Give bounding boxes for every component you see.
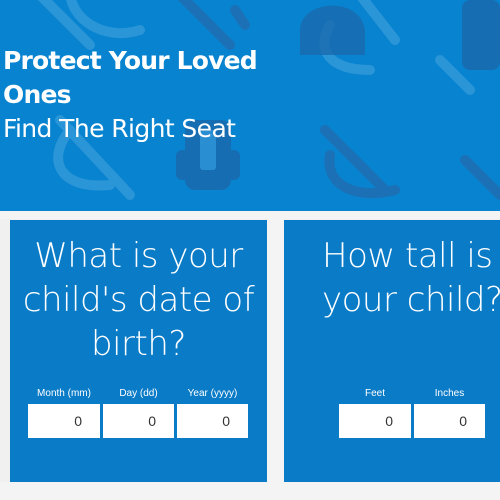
day-label: Day (dd) (119, 388, 158, 399)
day-input[interactable] (103, 404, 174, 438)
inches-input[interactable] (414, 404, 485, 438)
hero-title: Protect Your Loved Ones (3, 46, 258, 109)
year-label: Year (yyyy) (187, 388, 238, 399)
dob-card: What is your child's date of birth? Mont… (10, 220, 267, 482)
inches-label: Inches (434, 388, 465, 399)
height-question: How tall is your child? (322, 236, 500, 320)
height-card: How tall is your child? Feet Inches (284, 220, 500, 482)
feet-input[interactable] (339, 404, 411, 438)
hero-banner: Protect Your Loved Ones Find The Right S… (0, 0, 500, 211)
car-seat-icon (320, 125, 400, 199)
harness-seat-icon (462, 0, 500, 70)
card-separator (267, 219, 284, 482)
page-footer-space (0, 482, 500, 500)
booster-seat-icon (177, 0, 250, 50)
hero-subtitle: Find The Right Seat (3, 114, 236, 143)
dob-question: What is your child's date of birth? (22, 236, 255, 364)
car-seat-icon (37, 0, 145, 50)
booster-seat-icon (300, 5, 365, 55)
year-input[interactable] (177, 404, 248, 438)
feet-label: Feet (364, 388, 385, 399)
month-input[interactable] (28, 404, 100, 438)
divider (0, 211, 500, 219)
month-label: Month (mm) (37, 388, 91, 399)
